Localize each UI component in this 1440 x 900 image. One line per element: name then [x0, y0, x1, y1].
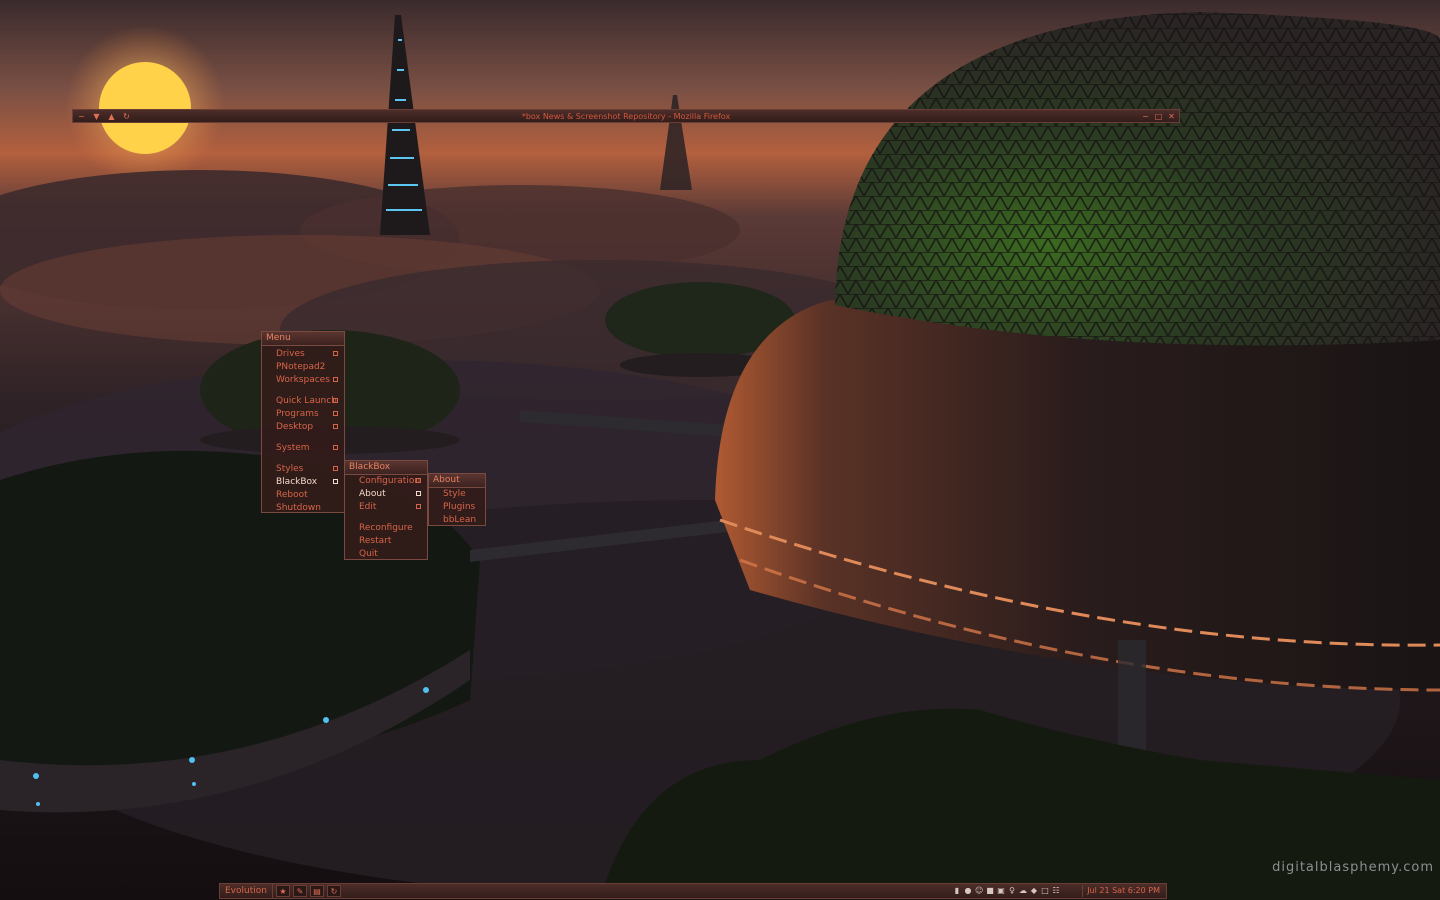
menu-item-workspaces[interactable]: Workspaces [262, 374, 344, 387]
tray-trash-icon[interactable]: ▮ [953, 886, 961, 896]
submenu-indicator-icon [333, 351, 338, 356]
submenu-indicator-icon [333, 466, 338, 471]
blackbox-submenu-title[interactable]: BlackBox [345, 461, 427, 475]
root-menu: Menu Drives PNotepad2 Workspaces Quick L… [261, 331, 345, 513]
about-submenu-title[interactable]: About [429, 474, 485, 488]
menu-item-about[interactable]: About [345, 488, 427, 501]
submenu-indicator-icon [416, 491, 421, 496]
menu-item-configuration[interactable]: Configuration [345, 475, 427, 488]
submenu-indicator-icon [333, 377, 338, 382]
tray-cloud-icon[interactable]: ☁ [1019, 886, 1027, 896]
firefox-titlebar[interactable]: − ▼ ▲ ↻ *box News & Screenshot Repositor… [72, 109, 1180, 123]
maximize-window-icon[interactable]: □ [1154, 112, 1163, 121]
tray-folder-icon[interactable]: ▣ [997, 886, 1005, 896]
submenu-indicator-icon [333, 445, 338, 450]
menu-item-quick-launch[interactable]: Quick Launch [262, 395, 344, 408]
menu-item-pnotepad2[interactable]: PNotepad2 [262, 361, 344, 374]
submenu-indicator-icon [333, 398, 338, 403]
window-title: *box News & Screenshot Repository - Mozi… [521, 111, 731, 121]
about-submenu: About Style Plugins bbLean [428, 473, 486, 526]
refresh-icon[interactable]: ↻ [326, 885, 341, 897]
tray-grid-icon[interactable]: ☷ [1052, 886, 1060, 896]
workspace-label[interactable]: Evolution [220, 884, 273, 898]
tray-chat-icon[interactable]: ◆ [1030, 886, 1038, 896]
submenu-indicator-icon [333, 479, 338, 484]
tray-network-icon[interactable]: ● [964, 886, 972, 896]
menu-item-styles[interactable]: Styles [262, 463, 344, 476]
menu-item-blackbox[interactable]: BlackBox [262, 476, 344, 489]
menu-item-quit[interactable]: Quit [345, 548, 427, 561]
menu-item-reboot[interactable]: Reboot [262, 489, 344, 502]
submenu-indicator-icon [333, 424, 338, 429]
menu-item-shutdown[interactable]: Shutdown [262, 502, 344, 515]
system-tray: ▮ ● ☺ ■ ▣ ♀ ☁ ◆ □ ☷ [953, 886, 1060, 896]
submenu-indicator-icon [333, 411, 338, 416]
menu-item-drives[interactable]: Drives [262, 348, 344, 361]
menu-item-edit[interactable]: Edit [345, 501, 427, 514]
menu-item-restart[interactable]: Restart [345, 535, 427, 548]
titlebar-right-buttons: − □ ✕ [1141, 112, 1176, 121]
tray-person-icon[interactable]: ♀ [1008, 886, 1016, 896]
tray-app-icon[interactable]: ■ [986, 886, 994, 896]
menu-item-style[interactable]: Style [429, 488, 485, 501]
tool-icon[interactable]: ✎ [292, 885, 307, 897]
bottom-toolbar: Evolution ★ ✎ ▤ ↻ ▮ ● ☺ ■ ▣ ♀ ☁ ◆ □ ☷ Ju… [219, 883, 1167, 899]
menu-item-reconfigure[interactable]: Reconfigure [345, 522, 427, 535]
tray-user-icon[interactable]: ☺ [975, 886, 983, 896]
tray-monitor-icon[interactable]: □ [1041, 886, 1049, 896]
document-icon[interactable]: ▤ [309, 885, 324, 897]
root-menu-title[interactable]: Menu [262, 332, 344, 346]
minimize-window-icon[interactable]: − [1141, 112, 1150, 121]
wallpaper-watermark: digitalblasphemy.com [1272, 860, 1434, 875]
menu-item-plugins[interactable]: Plugins [429, 501, 485, 514]
menu-item-bblean[interactable]: bbLean [429, 514, 485, 527]
blackbox-submenu: BlackBox Configuration About Edit Reconf… [344, 460, 428, 560]
close-window-icon[interactable]: ✕ [1167, 112, 1176, 121]
desktop-wallpaper [0, 0, 1440, 900]
menu-item-system[interactable]: System [262, 442, 344, 455]
previous-workspace-icon[interactable]: ★ [275, 885, 290, 897]
toolbar-clock[interactable]: Jul 21 Sat 6:20 PM [1082, 885, 1164, 897]
menu-item-desktop[interactable]: Desktop [262, 421, 344, 434]
submenu-indicator-icon [416, 478, 421, 483]
submenu-indicator-icon [416, 504, 421, 509]
menu-item-programs[interactable]: Programs [262, 408, 344, 421]
